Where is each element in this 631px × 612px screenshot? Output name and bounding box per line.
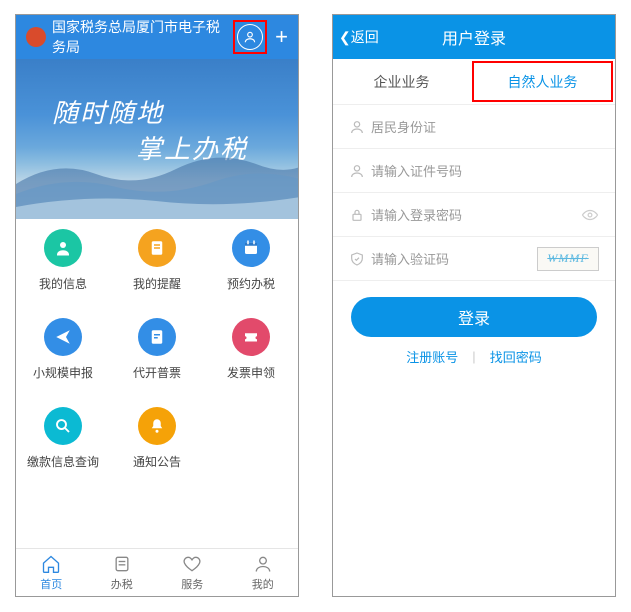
grid-item-notice[interactable]: 通知公告 [110,407,204,470]
id-type-value: 居民身份证 [371,117,599,136]
grid-label: 通知公告 [133,453,181,470]
list-icon [112,554,132,574]
phone-login: ❮返回 用户登录 企业业务 自然人业务 居民身份证 请输入证件号码 请输入登录密… [332,14,616,597]
banner-line1: 随时随地 [52,93,164,130]
plus-icon[interactable]: + [275,24,288,50]
id-type-row[interactable]: 居民身份证 [333,105,615,149]
divider: | [472,349,475,364]
captcha-row[interactable]: 请输入验证码 WMMF [333,237,615,281]
nav-label: 我的 [252,576,274,592]
grid-label: 小规模申报 [33,364,93,381]
grid-label: 我的提醒 [133,275,181,292]
password-row[interactable]: 请输入登录密码 [333,193,615,237]
home-icon [41,554,61,574]
nav-label: 首页 [40,576,62,592]
user-icon-highlight [233,20,267,54]
grid-item-payment-query[interactable]: 缴款信息查询 [16,407,110,470]
register-link[interactable]: 注册账号 [406,347,458,366]
heart-icon [182,554,202,574]
tab-enterprise[interactable]: 企业业务 [333,59,470,104]
login-title: 用户登录 [442,25,506,49]
login-form: 居民身份证 请输入证件号码 请输入登录密码 请输入验证码 WMMF [333,105,615,281]
grid-item-my-info[interactable]: 我的信息 [16,229,110,292]
user-icon[interactable] [237,24,263,50]
grid-item-appointment[interactable]: 预约办税 [204,229,298,292]
grid-item-invoice-apply[interactable]: 发票申领 [204,318,298,381]
login-header: ❮返回 用户登录 [333,15,615,59]
find-password-link[interactable]: 找回密码 [490,347,542,366]
grid-label: 我的信息 [39,275,87,292]
grid-item-small-scale[interactable]: 小规模申报 [16,318,110,381]
lock-icon [349,207,371,223]
person-icon [349,163,371,179]
banner: 随时随地 掌上办税 [16,59,298,219]
password-placeholder: 请输入登录密码 [371,205,581,224]
captcha-placeholder: 请输入验证码 [371,249,537,268]
id-number-row[interactable]: 请输入证件号码 [333,149,615,193]
person-icon [349,119,371,135]
nav-label: 服务 [181,576,203,592]
send-icon [44,318,82,356]
grid-item-invoice-issue[interactable]: 代开普票 [110,318,204,381]
tab-individual[interactable]: 自然人业务 [472,61,613,102]
login-tabs: 企业业务 自然人业务 [333,59,615,105]
calendar-icon [232,229,270,267]
back-button[interactable]: ❮返回 [339,27,379,47]
captcha-image[interactable]: WMMF [537,247,599,271]
bell-icon [138,407,176,445]
nav-home[interactable]: 首页 [16,549,87,596]
person-icon [44,229,82,267]
shield-icon [349,251,371,267]
app-header: 国家税务总局厦门市电子税务局 + [16,15,298,59]
doc-icon [138,318,176,356]
grid-label: 预约办税 [227,275,275,292]
grid-label: 缴款信息查询 [27,453,99,470]
nav-service[interactable]: 服务 [157,549,228,596]
nav-mine[interactable]: 我的 [228,549,299,596]
search-icon [44,407,82,445]
app-title: 国家税务总局厦门市电子税务局 [52,17,233,57]
grid-label: 发票申领 [227,364,275,381]
bottom-nav: 首页 办税 服务 我的 [16,548,298,596]
id-number-placeholder: 请输入证件号码 [371,161,599,180]
emblem-icon [26,27,46,47]
phone-home: 国家税务总局厦门市电子税务局 + 随时随地 掌上办税 我的信息 我的提醒 预约办… [15,14,299,597]
login-links: 注册账号 | 找回密码 [333,347,615,366]
grid-item-my-reminder[interactable]: 我的提醒 [110,229,204,292]
eye-icon[interactable] [581,206,599,224]
login-button[interactable]: 登录 [351,297,597,337]
nav-tax[interactable]: 办税 [87,549,158,596]
menu-grid: 我的信息 我的提醒 预约办税 小规模申报 代开普票 发票申领 缴款信息查询 通 [16,219,298,496]
nav-label: 办税 [111,576,133,592]
ticket-icon [232,318,270,356]
grid-label: 代开普票 [133,364,181,381]
note-icon [138,229,176,267]
person-icon [253,554,273,574]
mountain-graphic [16,139,299,219]
